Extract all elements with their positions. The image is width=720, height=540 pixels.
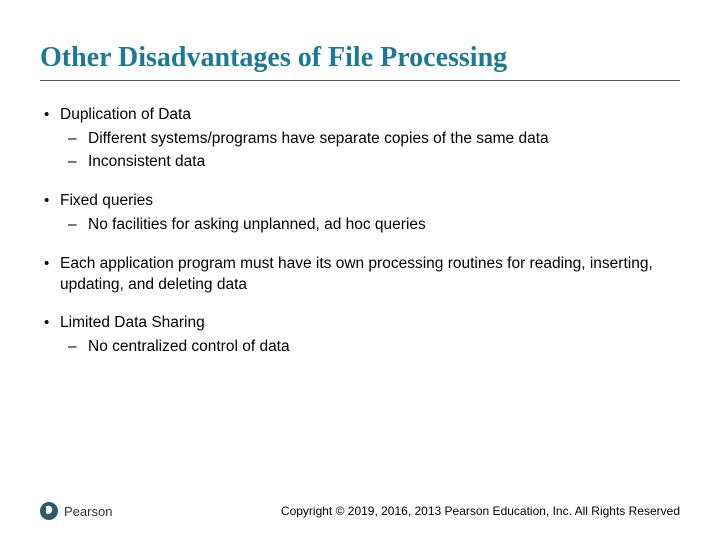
list-item: Inconsistent data (60, 152, 680, 173)
slide: Other Disadvantages of File Processing D… (0, 0, 720, 540)
brand: Pearson (40, 502, 112, 520)
pearson-logo-icon (40, 502, 58, 520)
list-item: No facilities for asking unplanned, ad h… (60, 215, 680, 236)
bullet-list: Duplication of Data Different systems/pr… (40, 105, 680, 358)
page-title: Other Disadvantages of File Processing (40, 42, 680, 74)
sub-list: No centralized control of data (60, 337, 680, 358)
list-item: Each application program must have its o… (40, 254, 680, 296)
bullet-text: Duplication of Data (60, 106, 191, 123)
bullet-text: Different systems/programs have separate… (88, 130, 549, 147)
list-item: Limited Data Sharing No centralized cont… (40, 313, 680, 358)
content-area: Duplication of Data Different systems/pr… (40, 105, 680, 358)
bullet-text: Fixed queries (60, 192, 153, 209)
bullet-text: Each application program must have its o… (60, 255, 653, 293)
copyright-text: Copyright © 2019, 2016, 2013 Pearson Edu… (281, 504, 680, 518)
list-item: Different systems/programs have separate… (60, 129, 680, 150)
bullet-text: Limited Data Sharing (60, 314, 205, 331)
bullet-text: No centralized control of data (88, 338, 290, 355)
brand-name: Pearson (64, 504, 112, 519)
bullet-text: No facilities for asking unplanned, ad h… (88, 216, 426, 233)
bullet-text: Inconsistent data (88, 153, 205, 170)
title-underline (40, 80, 680, 81)
list-item: Fixed queries No facilities for asking u… (40, 191, 680, 236)
list-item: No centralized control of data (60, 337, 680, 358)
footer: Pearson Copyright © 2019, 2016, 2013 Pea… (40, 502, 680, 520)
sub-list: No facilities for asking unplanned, ad h… (60, 215, 680, 236)
list-item: Duplication of Data Different systems/pr… (40, 105, 680, 173)
sub-list: Different systems/programs have separate… (60, 129, 680, 173)
